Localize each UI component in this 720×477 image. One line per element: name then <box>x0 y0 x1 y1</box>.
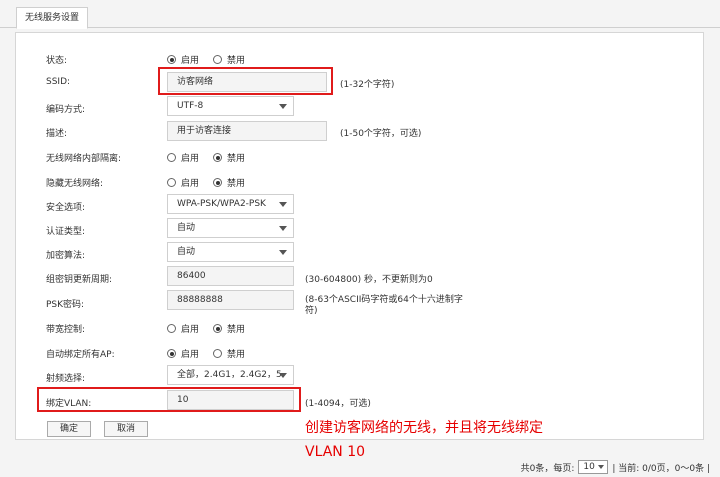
tab-bar: 无线服务设置 <box>0 0 720 29</box>
encoding-label: 编码方式: <box>46 105 86 115</box>
bandwidth-radio-group: 启用 禁用 <box>167 322 253 335</box>
ssid-label: SSID: <box>46 77 71 87</box>
psk-hint-line1: (8-63个ASCII码字符或64个十六进制字 <box>305 295 463 305</box>
auth-label: 认证类型: <box>46 227 86 237</box>
hide-disable-option[interactable]: 禁用 <box>213 176 245 189</box>
radio-checked-icon[interactable] <box>167 349 176 358</box>
caret-down-icon <box>279 202 287 207</box>
radio-freq-select[interactable]: 全部，2.4G1，2.4G2，5 <box>167 365 294 385</box>
caret-down-icon <box>598 465 605 469</box>
auto-bind-radio-group: 启用 禁用 <box>167 347 253 360</box>
auto-bind-enable-option[interactable]: 启用 <box>167 347 199 360</box>
psk-hint-line2: 符) <box>305 306 318 316</box>
ssid-hint: (1-32个字符) <box>340 80 395 90</box>
auto-bind-label: 自动绑定所有AP: <box>46 350 115 360</box>
tab-wireless-service-settings[interactable]: 无线服务设置 <box>16 7 88 29</box>
vlan-hint: (1-4094，可选) <box>305 399 371 409</box>
ssid-highlight-box <box>158 67 333 95</box>
caret-down-icon <box>279 104 287 109</box>
isolation-radio-group: 启用 禁用 <box>167 151 253 164</box>
psk-label: PSK密码: <box>46 300 85 310</box>
isolation-disable-option[interactable]: 禁用 <box>213 151 245 164</box>
status-enable-option[interactable]: 启用 <box>167 53 199 66</box>
per-page-select[interactable]: 10 <box>578 460 609 474</box>
group-key-input[interactable]: 86400 <box>167 266 294 286</box>
cancel-button[interactable]: 取消 <box>104 421 148 437</box>
radio-checked-icon[interactable] <box>213 178 223 187</box>
group-key-hint: (30-604800) 秒，不更新则为0 <box>305 275 433 285</box>
pager-total: 共0条，每页: <box>520 463 575 474</box>
radio-unchecked-icon[interactable] <box>167 324 176 333</box>
group-key-label: 组密钥更新周期: <box>46 275 113 285</box>
pager-current: | 当前: 0/0页，0～0条 | <box>612 463 710 474</box>
radio-freq-label: 射频选择: <box>46 374 86 384</box>
hide-network-label: 隐藏无线网络: <box>46 179 104 189</box>
caret-down-icon <box>279 250 287 255</box>
radio-unchecked-icon[interactable] <box>213 349 223 358</box>
cipher-label: 加密算法: <box>46 251 86 261</box>
description-hint: (1-50个字符，可选) <box>340 129 422 139</box>
auth-select[interactable]: 自动 <box>167 218 294 238</box>
encoding-select[interactable]: UTF-8 <box>167 96 294 116</box>
caret-down-icon <box>279 226 287 231</box>
security-select[interactable]: WPA-PSK/WPA2-PSK <box>167 194 294 214</box>
vlan-highlight-box <box>37 387 301 412</box>
hide-network-radio-group: 启用 禁用 <box>167 176 253 189</box>
confirm-button[interactable]: 确定 <box>47 421 91 437</box>
description-label: 描述: <box>46 129 68 139</box>
radio-unchecked-icon[interactable] <box>213 55 223 64</box>
description-input[interactable]: 用于访客连接 <box>167 121 327 141</box>
pagination-bar: 共0条，每页: 10 | 当前: 0/0页，0～0条 | <box>521 460 710 474</box>
caret-down-icon <box>279 373 287 378</box>
psk-input[interactable]: 88888888 <box>167 290 294 310</box>
radio-unchecked-icon[interactable] <box>167 153 176 162</box>
isolation-enable-option[interactable]: 启用 <box>167 151 199 164</box>
isolation-label: 无线网络内部隔离: <box>46 154 122 164</box>
cipher-select[interactable]: 自动 <box>167 242 294 262</box>
radio-checked-icon[interactable] <box>213 153 223 162</box>
status-label: 状态: <box>46 56 68 66</box>
status-radio-group: 启用 禁用 <box>167 53 253 66</box>
radio-checked-icon[interactable] <box>213 324 223 333</box>
bandwidth-disable-option[interactable]: 禁用 <box>213 322 245 335</box>
status-disable-option[interactable]: 禁用 <box>213 53 245 66</box>
annotation-line2: VLAN 10 <box>305 444 366 460</box>
settings-panel <box>15 32 704 440</box>
annotation-line1: 创建访客网络的无线，并且将无线绑定 <box>305 420 543 436</box>
radio-checked-icon[interactable] <box>167 55 176 64</box>
auto-bind-disable-option[interactable]: 禁用 <box>213 347 245 360</box>
security-label: 安全选项: <box>46 203 86 213</box>
bandwidth-enable-option[interactable]: 启用 <box>167 322 199 335</box>
radio-unchecked-icon[interactable] <box>167 178 176 187</box>
hide-enable-option[interactable]: 启用 <box>167 176 199 189</box>
bandwidth-label: 带宽控制: <box>46 325 86 335</box>
